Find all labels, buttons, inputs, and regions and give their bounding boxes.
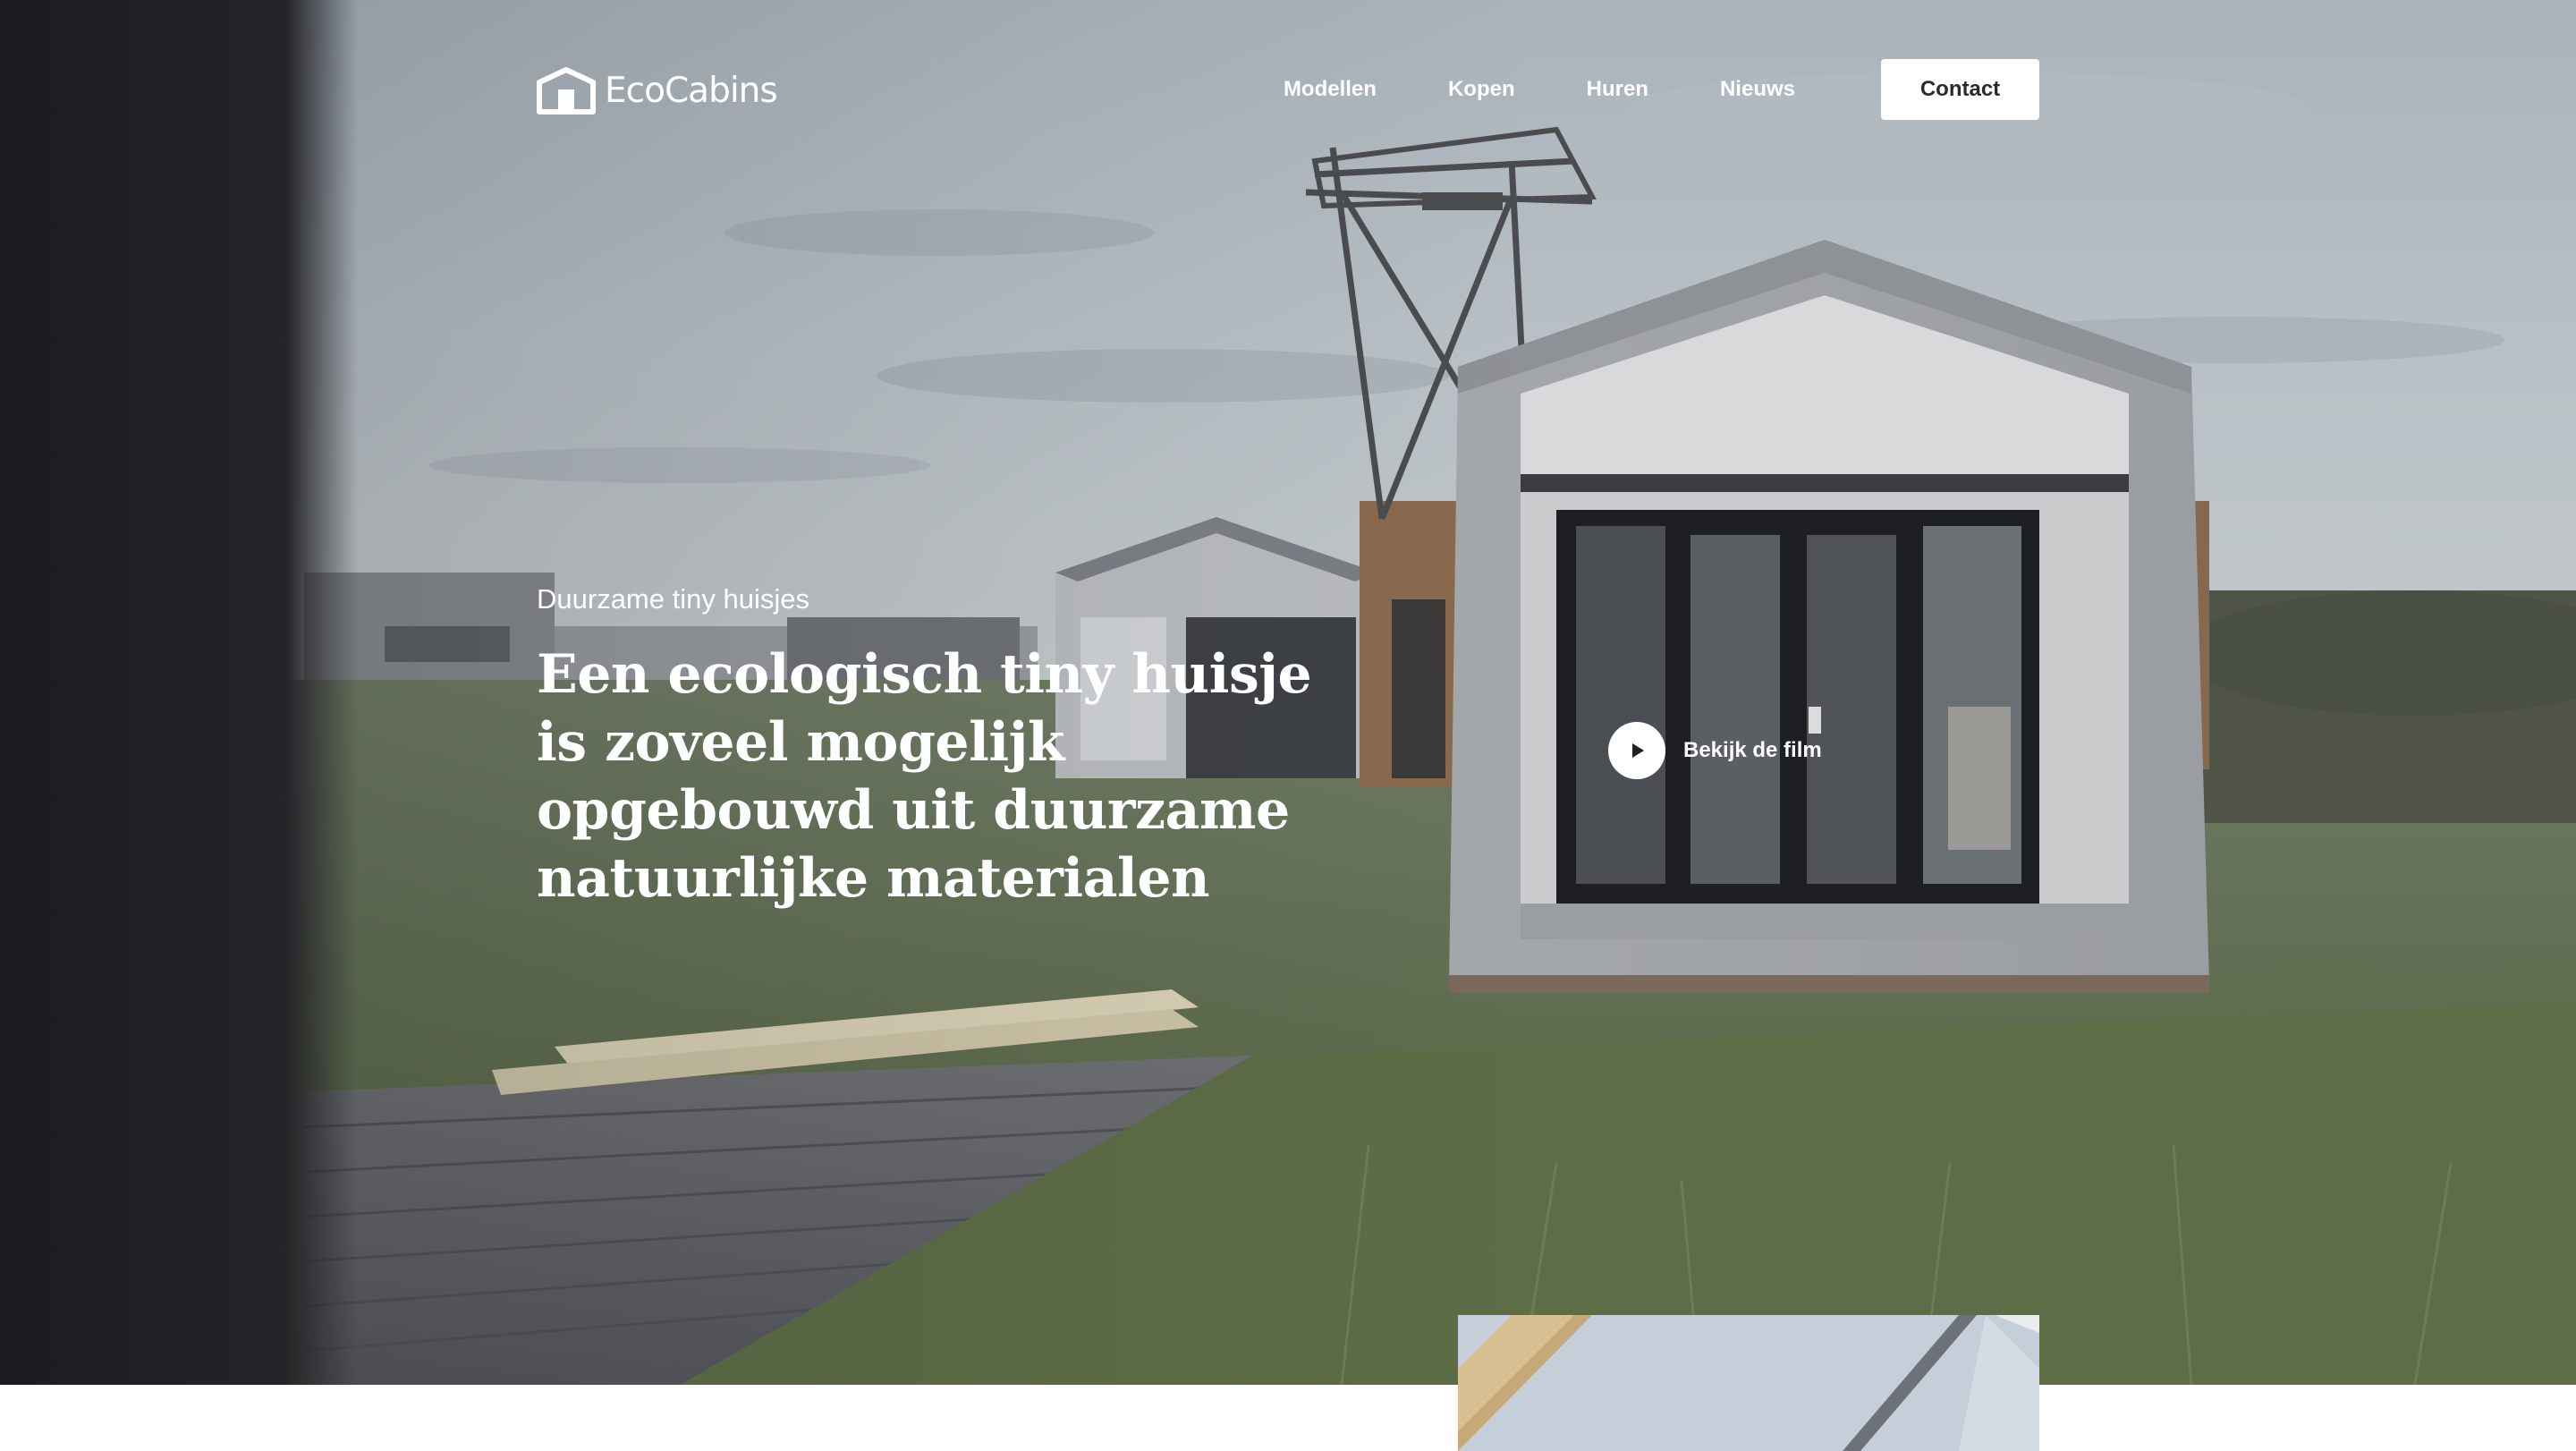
play-icon bbox=[1632, 743, 1644, 758]
nav-item-modellen[interactable]: Modellen bbox=[1284, 77, 1377, 102]
cabin-house-icon bbox=[537, 67, 596, 115]
preview-card-image bbox=[1458, 1315, 2039, 1451]
nav-item-huren[interactable]: Huren bbox=[1587, 77, 1648, 102]
watch-film-label: Bekijk de film bbox=[1683, 738, 1822, 762]
contact-button[interactable]: Contact bbox=[1881, 59, 2039, 120]
hero-eyebrow: Duurzame tiny huisjes bbox=[537, 583, 809, 615]
brand-name: EcoCabins bbox=[605, 70, 778, 111]
brand-logo[interactable]: EcoCabins bbox=[537, 66, 778, 115]
page: EcoCabins Modellen Kopen Huren Nieuws Co… bbox=[0, 0, 2576, 1451]
watch-film-button[interactable]: Bekijk de film bbox=[1608, 722, 1822, 779]
nav-item-nieuws[interactable]: Nieuws bbox=[1720, 77, 1795, 102]
play-button-circle[interactable] bbox=[1608, 722, 1665, 779]
top-navigation: EcoCabins Modellen Kopen Huren Nieuws Co… bbox=[537, 59, 2039, 120]
main-menu: Modellen Kopen Huren Nieuws Contact bbox=[1284, 59, 2039, 120]
nav-item-kopen[interactable]: Kopen bbox=[1448, 77, 1515, 102]
hero-headline: Een ecologisch tiny huisje is zoveel mog… bbox=[537, 643, 1312, 910]
